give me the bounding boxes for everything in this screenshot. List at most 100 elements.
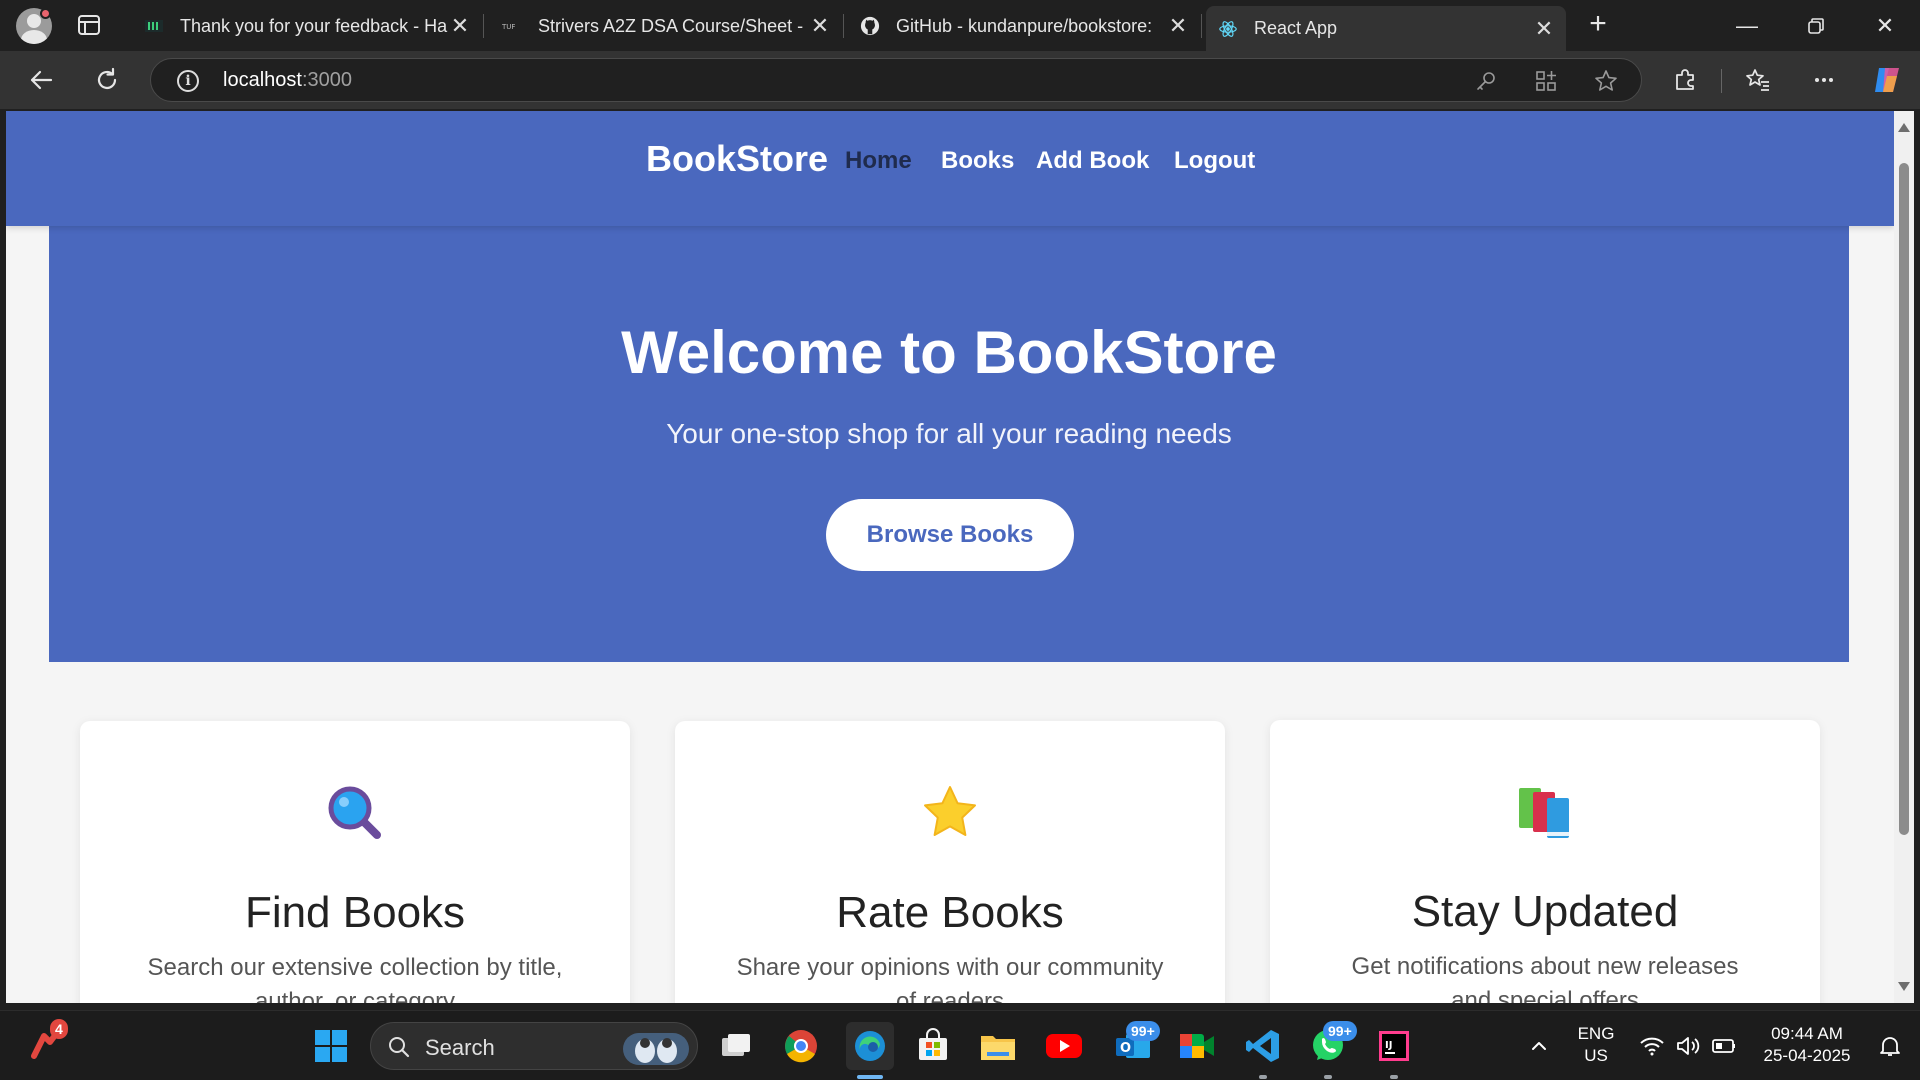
microsoft-store-icon[interactable] bbox=[913, 1026, 953, 1066]
takeuforward-icon: TUF bbox=[502, 16, 522, 36]
back-arrow-icon[interactable] bbox=[24, 63, 58, 97]
wifi-icon[interactable] bbox=[1632, 1026, 1672, 1066]
nav-link-books[interactable]: Books bbox=[941, 147, 1014, 175]
browser-tab[interactable]: TUF Strivers A2Z DSA Course/Sheet - ✕ bbox=[490, 6, 844, 46]
books-icon bbox=[1515, 782, 1575, 842]
site-info-icon[interactable]: i bbox=[177, 70, 199, 92]
clock-time: 09:44 AM bbox=[1771, 1024, 1843, 1043]
close-tab-icon[interactable]: ✕ bbox=[1166, 13, 1190, 38]
restore-icon[interactable] bbox=[1793, 8, 1839, 44]
close-tab-icon[interactable]: ✕ bbox=[1532, 16, 1556, 41]
outlook-unread-badge: 99+ bbox=[1126, 1021, 1160, 1041]
tab-title: React App bbox=[1254, 18, 1338, 38]
vscode-icon[interactable] bbox=[1243, 1026, 1283, 1066]
show-hidden-icons-chevron-icon[interactable] bbox=[1519, 1026, 1559, 1066]
file-explorer-icon[interactable] bbox=[978, 1026, 1018, 1066]
nav-link-logout[interactable]: Logout bbox=[1174, 147, 1255, 175]
feature-text: Get notifications about new releases and… bbox=[1351, 953, 1739, 1003]
language-indicator[interactable]: ENG US bbox=[1576, 1023, 1616, 1067]
site-navbar: BookStore Home Books Add Book Logout bbox=[6, 111, 1894, 226]
key-icon[interactable] bbox=[1473, 68, 1499, 94]
tab-title: GitHub - kundanpure/bookstore: bbox=[896, 15, 1153, 36]
scrollbar-thumb[interactable] bbox=[1899, 163, 1909, 835]
whatsapp-unread-badge: 99+ bbox=[1323, 1021, 1357, 1041]
feature-card-rate-books: Rate Books Share your opinions with our … bbox=[675, 721, 1225, 1003]
nav-link-add-book[interactable]: Add Book bbox=[1036, 147, 1149, 175]
intellij-icon[interactable]: IJ bbox=[1374, 1026, 1414, 1066]
notification-count-badge: 4 bbox=[50, 1019, 68, 1039]
youtube-icon[interactable] bbox=[1044, 1026, 1084, 1066]
feature-text: Search our extensive collection by title… bbox=[147, 954, 563, 1003]
close-window-icon[interactable]: ✕ bbox=[1862, 8, 1908, 44]
nav-link-home[interactable]: Home bbox=[845, 147, 912, 175]
browser-tab-active[interactable]: React App ✕ bbox=[1206, 6, 1566, 51]
minimize-icon[interactable]: — bbox=[1724, 8, 1770, 44]
feature-text: Share your opinions with our community o… bbox=[736, 954, 1164, 1003]
google-meet-icon[interactable] bbox=[1177, 1026, 1217, 1066]
running-app-indicator bbox=[1324, 1075, 1332, 1079]
tab-actions-icon[interactable] bbox=[76, 12, 102, 38]
feature-title: Stay Updated bbox=[1411, 887, 1679, 936]
windows-taskbar: 4 Search O 99+ 99+ IJ ENG US 09:44 AM 25… bbox=[0, 1010, 1920, 1080]
star-icon bbox=[920, 783, 980, 843]
tab-strip: Thank you for your feedback - Ha ✕ TUF S… bbox=[0, 0, 1920, 51]
clock-date: 25-04-2025 bbox=[1763, 1046, 1851, 1065]
svg-text:O: O bbox=[1120, 1041, 1131, 1056]
running-app-indicator bbox=[1259, 1075, 1267, 1079]
close-tab-icon[interactable]: ✕ bbox=[448, 13, 472, 38]
extensions-icon[interactable] bbox=[1668, 63, 1702, 97]
task-view-icon[interactable] bbox=[716, 1026, 756, 1066]
search-highlight-icon bbox=[623, 1033, 689, 1065]
address-toolbar: i localhost:3000 bbox=[0, 51, 1920, 109]
address-bar[interactable]: i localhost:3000 bbox=[150, 58, 1642, 102]
feature-title: Find Books bbox=[244, 888, 466, 937]
url-text[interactable]: localhost:3000 bbox=[223, 69, 352, 92]
search-label: Search bbox=[425, 1035, 495, 1060]
scroll-up-arrow-icon[interactable] bbox=[1898, 123, 1910, 132]
hero-title: Welcome to BookStore bbox=[621, 319, 1277, 386]
hero-subtitle: Your one-stop shop for all your reading … bbox=[666, 418, 1232, 449]
notification-center-icon[interactable] bbox=[1870, 1026, 1910, 1066]
refresh-icon[interactable] bbox=[90, 63, 124, 97]
battery-icon[interactable] bbox=[1704, 1026, 1744, 1066]
url-port: :3000 bbox=[301, 69, 352, 91]
feature-card-find-books: Find Books Search our extensive collecti… bbox=[80, 721, 630, 1003]
url-host: localhost bbox=[223, 69, 302, 91]
taskbar-search-box[interactable]: Search bbox=[370, 1022, 698, 1070]
profile-notification-dot bbox=[40, 8, 51, 19]
tab-title: Thank you for your feedback - Ha bbox=[180, 15, 448, 36]
region-code: US bbox=[1584, 1046, 1608, 1065]
copilot-icon[interactable] bbox=[1870, 63, 1904, 97]
tab-title: Strivers A2Z DSA Course/Sheet - bbox=[538, 15, 804, 36]
brand-logo-text[interactable]: BookStore bbox=[646, 138, 828, 180]
volume-icon[interactable] bbox=[1668, 1026, 1708, 1066]
github-icon bbox=[860, 16, 880, 36]
new-tab-button[interactable]: + bbox=[1585, 9, 1611, 39]
scroll-down-arrow-icon[interactable] bbox=[1898, 982, 1910, 991]
active-app-indicator bbox=[857, 1075, 883, 1079]
toolbar-divider bbox=[1721, 69, 1722, 93]
edge-icon[interactable] bbox=[846, 1022, 894, 1070]
browser-tab[interactable]: Thank you for your feedback - Ha ✕ bbox=[132, 6, 484, 46]
page-scrollbar[interactable] bbox=[1894, 111, 1914, 1003]
running-app-indicator bbox=[1390, 1075, 1398, 1079]
more-options-icon[interactable] bbox=[1807, 63, 1841, 97]
hero-section: Welcome to BookStore Your one-stop shop … bbox=[49, 226, 1849, 662]
feature-title: Rate Books bbox=[836, 888, 1064, 937]
page-viewport: BookStore Home Books Add Book Logout Wel… bbox=[6, 111, 1894, 1003]
magnifier-icon bbox=[325, 783, 385, 843]
system-clock[interactable]: 09:44 AM 25-04-2025 bbox=[1752, 1023, 1862, 1067]
chrome-icon[interactable] bbox=[781, 1026, 821, 1066]
windows-start-icon[interactable] bbox=[311, 1026, 351, 1066]
favorite-star-icon[interactable] bbox=[1593, 68, 1619, 94]
svg-text:IJ: IJ bbox=[1385, 1040, 1392, 1051]
browser-tab[interactable]: GitHub - kundanpure/bookstore: ✕ bbox=[848, 6, 1202, 46]
browse-books-button[interactable]: Browse Books bbox=[826, 499, 1074, 571]
hackerearth-icon bbox=[144, 16, 164, 36]
close-tab-icon[interactable]: ✕ bbox=[808, 13, 832, 38]
apps-icon[interactable] bbox=[1533, 68, 1559, 94]
language-code: ENG bbox=[1577, 1024, 1615, 1043]
svg-text:TUF: TUF bbox=[502, 23, 515, 31]
search-icon bbox=[389, 1037, 410, 1058]
favorites-icon[interactable] bbox=[1741, 63, 1775, 97]
